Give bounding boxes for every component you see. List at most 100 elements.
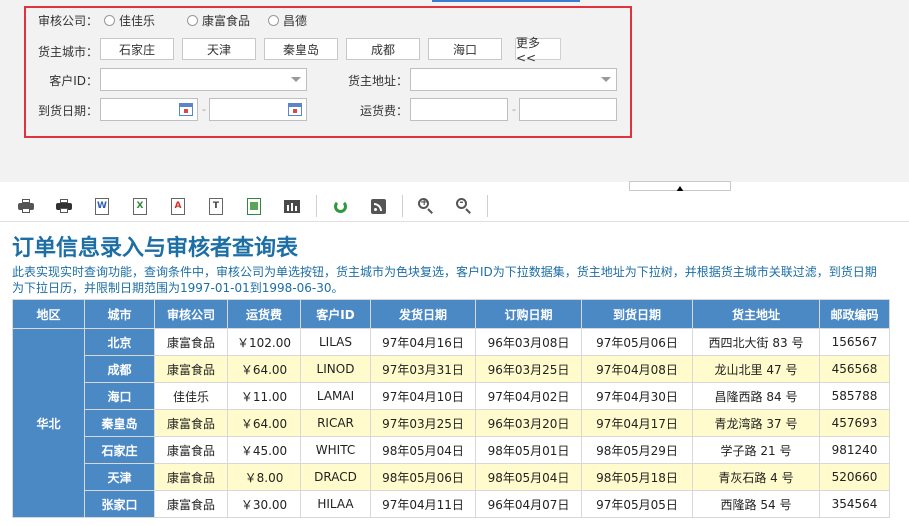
refresh-icon — [333, 199, 347, 213]
table-cell: RICAR — [300, 409, 371, 437]
table-cell: DRACD — [300, 463, 371, 491]
city-cell: 秦皇岛 — [84, 409, 155, 437]
calendar-icon[interactable] — [179, 103, 193, 116]
table-cell: 97年04月11日 — [370, 490, 476, 518]
rss-icon — [370, 198, 386, 214]
print-button[interactable] — [16, 196, 36, 216]
toolbar-divider — [487, 195, 488, 217]
address-dropdown-tree[interactable] — [410, 68, 617, 91]
table-cell: 981240 — [819, 436, 890, 464]
table-cell: LINOD — [300, 355, 371, 383]
radio-label: 昌德 — [283, 14, 308, 28]
city-button-tianjin[interactable]: 天津 — [182, 38, 256, 60]
arrival-date-from[interactable] — [100, 98, 198, 121]
export-image-icon — [247, 197, 261, 215]
arrival-date-label: 到货日期： — [37, 104, 98, 118]
export-excel-button[interactable]: X — [130, 196, 150, 216]
column-header: 订购日期 — [475, 299, 582, 329]
radio-company-0[interactable]: 佳佳乐 — [104, 12, 155, 29]
customer-id-dropdown[interactable] — [100, 68, 307, 91]
table-cell: 96年03月08日 — [475, 328, 582, 356]
city-label: 货主城市： — [37, 45, 98, 59]
table-cell: 青灰石路 4 号 — [692, 463, 820, 491]
export-pdf-button[interactable]: A — [168, 196, 188, 216]
export-image-button[interactable] — [244, 196, 264, 216]
calendar-icon[interactable] — [288, 103, 302, 116]
address-label: 货主地址： — [347, 74, 408, 88]
table-cell: ￥8.00 — [227, 463, 301, 491]
table-cell: 康富食品 — [154, 436, 228, 464]
table-cell: 97年04月02日 — [475, 382, 582, 410]
table-cell: 97年04月16日 — [370, 328, 476, 356]
date-range-dash: - — [202, 103, 206, 116]
city-button-haikou[interactable]: 海口 — [428, 38, 502, 60]
radio-circle-icon — [268, 15, 279, 26]
print-preview-button[interactable] — [54, 196, 74, 216]
table-cell: 97年05月05日 — [581, 490, 693, 518]
column-header: 客户ID — [300, 299, 371, 329]
table-cell: 457693 — [819, 409, 890, 437]
arrival-date-to[interactable] — [209, 98, 307, 121]
export-text-button[interactable]: T — [206, 196, 226, 216]
table-cell: 康富食品 — [154, 409, 228, 437]
toolbar-divider — [402, 195, 403, 217]
table-cell: 97年04月10日 — [370, 382, 476, 410]
chart-button[interactable] — [282, 196, 302, 216]
radio-circle-icon — [104, 15, 115, 26]
table-cell: ￥102.00 — [227, 328, 301, 356]
table-cell: 97年05月06日 — [581, 328, 693, 356]
city-button-qinhuangdao[interactable]: 秦皇岛 — [264, 38, 338, 60]
column-header: 货主地址 — [692, 299, 820, 329]
chart-icon — [284, 199, 300, 213]
table-cell: HILAA — [300, 490, 371, 518]
more-cities-button[interactable]: 更多<< — [515, 36, 561, 65]
table-cell: LAMAI — [300, 382, 371, 410]
radio-label: 康富食品 — [202, 14, 251, 28]
radio-circle-icon — [187, 15, 198, 26]
zoom-in-button[interactable]: + — [416, 196, 436, 216]
query-panel: 审核公司： 佳佳乐 康富食品 昌德 货主城市： 石家庄 天津 秦皇岛 成都 海口… — [0, 0, 909, 182]
city-button-shijiazhuang[interactable]: 石家庄 — [100, 38, 174, 60]
table-cell: 97年04月30日 — [581, 382, 693, 410]
customer-id-label: 客户ID： — [49, 74, 98, 88]
zoom-out-icon: - — [456, 197, 472, 214]
export-word-icon: W — [95, 197, 109, 215]
radio-label: 佳佳乐 — [119, 14, 156, 28]
refresh-button[interactable] — [330, 196, 350, 216]
report-description: 此表实现实时查询功能，查询条件中，审核公司为单选按钮，货主城市为色块复选，客户I… — [12, 265, 877, 295]
zoom-out-button[interactable]: - — [454, 196, 474, 216]
table-cell: 96年04月07日 — [475, 490, 582, 518]
table-cell: ￥30.00 — [227, 490, 301, 518]
rss-button[interactable] — [368, 196, 388, 216]
column-header: 邮政编码 — [819, 299, 890, 329]
table-cell: 585788 — [819, 382, 890, 410]
table-cell: 学子路 21 号 — [692, 436, 820, 464]
freight-to-input[interactable] — [519, 98, 617, 121]
city-cell: 海口 — [84, 382, 155, 410]
table-cell: 97年04月17日 — [581, 409, 693, 437]
column-header: 到货日期 — [581, 299, 693, 329]
table-cell: ￥64.00 — [227, 409, 301, 437]
toolbar-divider — [316, 195, 317, 217]
table-cell: ￥11.00 — [227, 382, 301, 410]
table-cell: 康富食品 — [154, 490, 228, 518]
zoom-in-icon: + — [418, 197, 434, 214]
table-cell: LILAS — [300, 328, 371, 356]
table-cell: 98年05月29日 — [581, 436, 693, 464]
table-cell: WHITC — [300, 436, 371, 464]
top-accent-line — [432, 0, 580, 2]
radio-company-1[interactable]: 康富食品 — [187, 12, 250, 29]
city-cell: 北京 — [84, 328, 155, 356]
radio-company-2[interactable]: 昌德 — [268, 12, 307, 29]
table-cell: 康富食品 — [154, 328, 228, 356]
table-header-row: 地区 城市 审核公司 运货费 客户ID 发货日期 订购日期 到货日期 货主地址 … — [12, 299, 890, 329]
freight-from-input[interactable] — [410, 98, 508, 121]
chevron-down-icon — [291, 77, 301, 82]
collapse-panel-toggle[interactable] — [629, 181, 731, 192]
column-header: 发货日期 — [370, 299, 476, 329]
table-row: 成都 康富食品 ￥64.00 LINOD 97年03月31日 96年03月25日… — [13, 355, 890, 383]
city-button-chengdu[interactable]: 成都 — [346, 38, 420, 60]
export-word-button[interactable]: W — [92, 196, 112, 216]
export-text-icon: T — [209, 197, 223, 215]
table-row: 石家庄 康富食品 ￥45.00 WHITC 98年05月04日 98年05月01… — [13, 436, 890, 464]
